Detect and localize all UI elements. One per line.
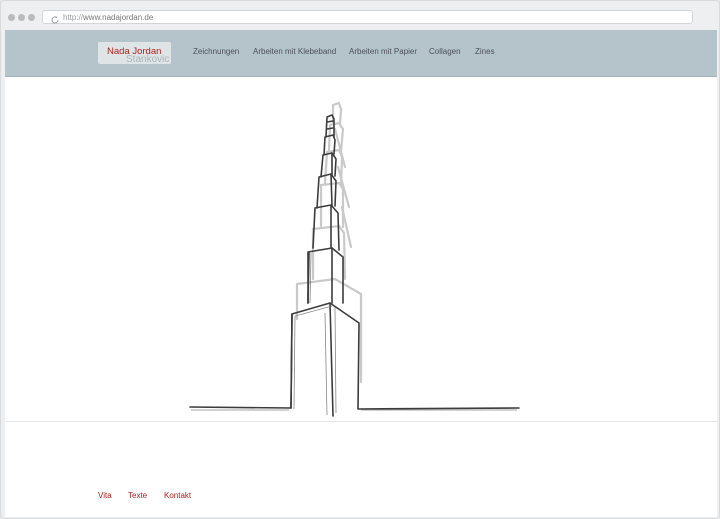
- artwork-area: [5, 77, 717, 422]
- address-bar[interactable]: http://www.nadajordan.de: [42, 10, 693, 24]
- logo-surname: Stankovic: [126, 54, 170, 65]
- nav-zeichnungen[interactable]: Zeichnungen: [193, 47, 239, 56]
- address-url: http://www.nadajordan.de: [63, 12, 153, 23]
- site-header: Nada Jordan Stankovic Zeichnungen Arbeit…: [5, 30, 717, 77]
- nav-zines[interactable]: Zines: [475, 47, 495, 56]
- url-scheme: http://: [63, 13, 84, 22]
- url-host: www.nadajordan.de: [83, 13, 154, 22]
- window-dot-minimize[interactable]: [18, 14, 25, 21]
- nav-papier[interactable]: Arbeiten mit Papier: [349, 47, 417, 56]
- site-footer: Vita Texte Kontakt: [5, 422, 717, 517]
- page-viewport: Nada Jordan Stankovic Zeichnungen Arbeit…: [5, 30, 717, 517]
- window-dot-zoom[interactable]: [28, 14, 35, 21]
- footer-link-texte[interactable]: Texte: [128, 491, 147, 500]
- footer-link-kontakt[interactable]: Kontakt: [164, 491, 191, 500]
- window-dot-close[interactable]: [8, 14, 15, 21]
- footer-link-vita[interactable]: Vita: [98, 491, 112, 500]
- browser-chrome: http://www.nadajordan.de: [1, 1, 720, 29]
- tower-drawing[interactable]: [5, 77, 717, 422]
- nav-collagen[interactable]: Collagen: [429, 47, 461, 56]
- browser-window: http://www.nadajordan.de Nada Jordan Sta…: [0, 0, 720, 519]
- nav-klebeband[interactable]: Arbeiten mit Klebeband: [253, 47, 336, 56]
- reload-icon[interactable]: [50, 12, 60, 24]
